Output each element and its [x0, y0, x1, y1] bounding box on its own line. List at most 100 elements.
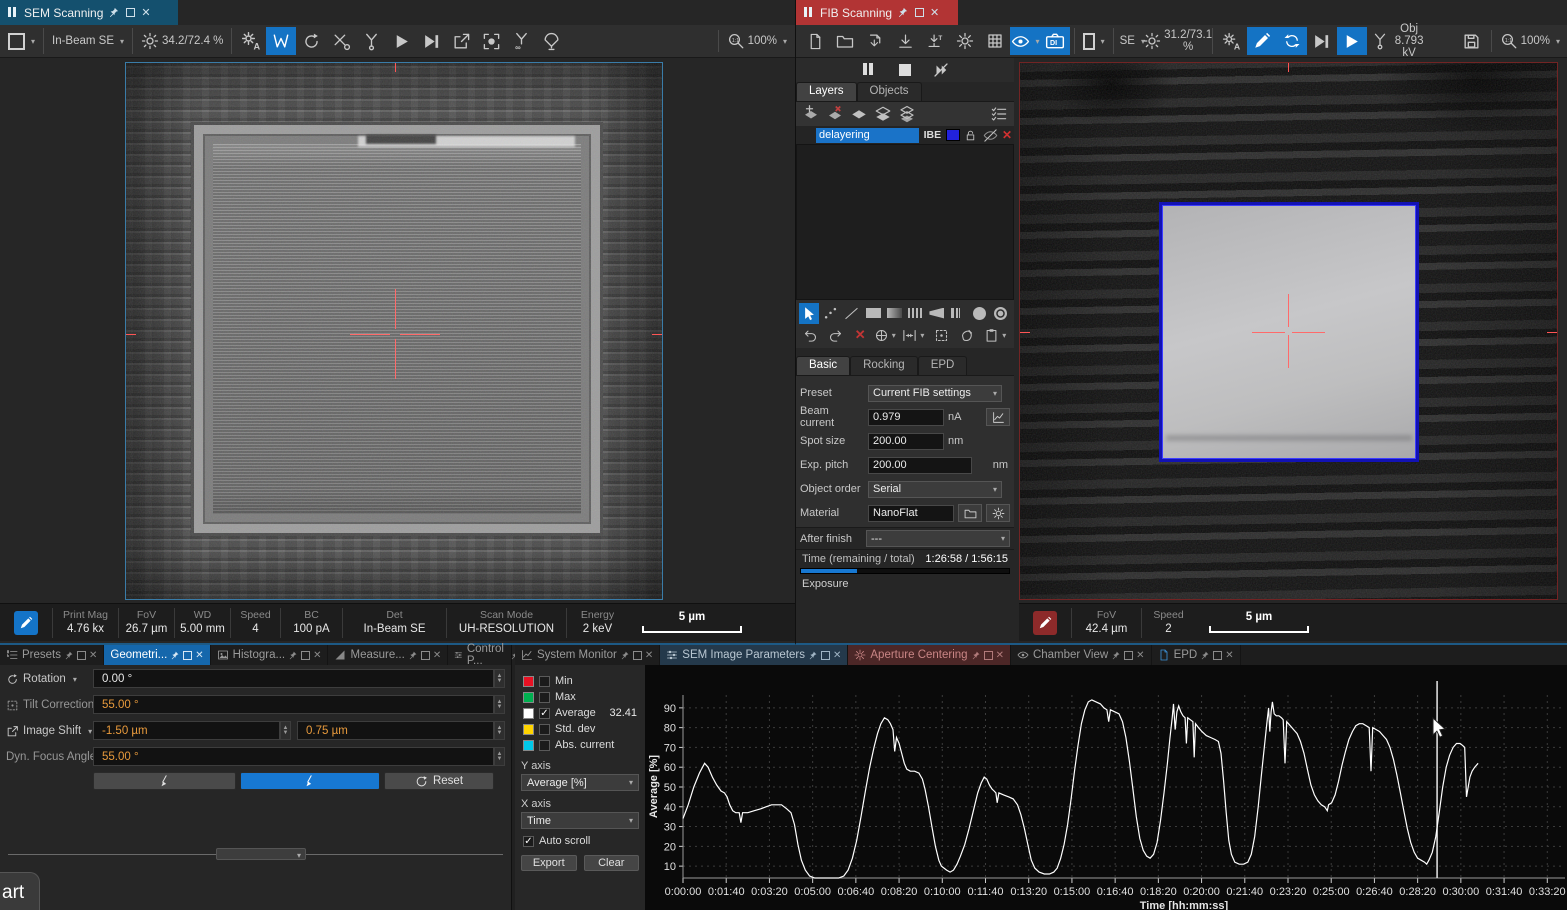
- restore-window-icon[interactable]: [984, 651, 993, 660]
- restore-window-icon[interactable]: [421, 651, 430, 660]
- multi-stripe-tool-button[interactable]: [948, 303, 968, 324]
- rotation-label-group[interactable]: Rotation▾: [6, 669, 77, 689]
- beam-blank-button[interactable]: [536, 27, 566, 55]
- spot-size-input[interactable]: 200.00: [868, 433, 944, 450]
- dyn-focus-angle-input[interactable]: 55.00 °: [93, 747, 494, 766]
- sem-annotation-button[interactable]: [14, 611, 38, 635]
- tab-objects[interactable]: Objects: [857, 82, 922, 101]
- wedge-tool-button[interactable]: [927, 303, 947, 324]
- depth-of-focus-button[interactable]: [506, 27, 536, 55]
- restore-window-icon[interactable]: [633, 651, 642, 660]
- import-button[interactable]: [890, 27, 920, 55]
- continuous-exposure-button[interactable]: [1277, 27, 1307, 55]
- rectangle-tool-button[interactable]: [863, 303, 883, 324]
- select-tool-button[interactable]: [799, 303, 819, 324]
- tab-chamber-view[interactable]: Chamber View✕: [1011, 645, 1152, 665]
- draw-mode-button[interactable]: [1247, 27, 1277, 55]
- clear-button[interactable]: Clear: [584, 855, 640, 871]
- settings-button[interactable]: [950, 27, 980, 55]
- fib-panel-title-tab[interactable]: FIB Scanning ✕: [796, 0, 958, 25]
- crossover-off-button[interactable]: [326, 27, 356, 55]
- save-as-button[interactable]: [860, 27, 890, 55]
- merge-layers-button[interactable]: [872, 104, 894, 124]
- tab-rocking[interactable]: Rocking: [850, 356, 918, 375]
- image-shift-y-input[interactable]: 0.75 µm: [297, 721, 494, 740]
- layer-list-options-button[interactable]: [988, 104, 1010, 124]
- expose-button[interactable]: [1337, 27, 1367, 55]
- image-shift-x-spinner[interactable]: ▲▼: [280, 721, 291, 740]
- stack-layers-button[interactable]: [896, 104, 918, 124]
- x-axis-select[interactable]: Time▾: [521, 812, 639, 829]
- restore-window-icon[interactable]: [821, 651, 830, 660]
- flatten-layer-button[interactable]: [848, 104, 870, 124]
- grid-toggle-button[interactable]: [980, 27, 1010, 55]
- layer-name-field[interactable]: delayering: [816, 128, 919, 143]
- abs-current-checkbox[interactable]: [539, 740, 550, 751]
- pin-icon[interactable]: [1201, 651, 1210, 660]
- import-template-button[interactable]: [920, 27, 950, 55]
- after-finish-select[interactable]: ---▾: [866, 530, 1010, 547]
- line-tool-button[interactable]: [842, 303, 862, 324]
- point-tool-button[interactable]: [820, 303, 840, 324]
- tab-basic[interactable]: Basic: [796, 356, 850, 375]
- max-checkbox[interactable]: [539, 692, 550, 703]
- lock-icon[interactable]: [963, 125, 979, 145]
- object-order-select[interactable]: Serial▾: [868, 481, 1002, 498]
- detector-position-button[interactable]: [356, 27, 386, 55]
- fib-image-viewport[interactable]: [1019, 62, 1558, 600]
- milling-pattern-rectangle[interactable]: [1159, 202, 1419, 462]
- tab-epd[interactable]: EPD: [918, 356, 968, 375]
- close-icon[interactable]: ✕: [195, 650, 203, 661]
- tilt-correction-label-group[interactable]: Tilt Correction▾: [6, 695, 105, 715]
- apply-to-fib-button[interactable]: [240, 772, 380, 790]
- restore-window-icon[interactable]: [126, 8, 135, 17]
- live-scan-button[interactable]: [266, 27, 296, 55]
- undo-button[interactable]: [799, 325, 823, 346]
- image-shift-y-spinner[interactable]: ▲▼: [494, 721, 505, 740]
- exp-pitch-input[interactable]: 200.00: [868, 457, 972, 474]
- tilt-correction-spinner[interactable]: ▲▼: [494, 695, 505, 714]
- restore-window-icon[interactable]: [301, 651, 310, 660]
- pin-icon[interactable]: [898, 7, 909, 18]
- close-icon[interactable]: ✕: [1225, 650, 1233, 661]
- close-icon[interactable]: ✕: [930, 6, 939, 19]
- preset-select[interactable]: Current FIB settings▾: [868, 385, 1002, 402]
- pin-icon[interactable]: [621, 651, 630, 660]
- tab-system-monitor[interactable]: System Monitor✕: [515, 645, 660, 665]
- rotation-spinner[interactable]: ▲▼: [494, 669, 505, 688]
- std-dev-checkbox[interactable]: [539, 724, 550, 735]
- add-layer-button[interactable]: [800, 104, 822, 124]
- material-settings-button[interactable]: [986, 504, 1010, 522]
- export-image-button[interactable]: [446, 27, 476, 55]
- close-icon[interactable]: ✕: [645, 650, 653, 661]
- delete-object-button[interactable]: ✕: [848, 325, 872, 346]
- horizontal-scrollbar[interactable]: ▾: [8, 847, 503, 861]
- tab-geometrics[interactable]: Geometri...✕: [104, 645, 210, 665]
- tab-histogram[interactable]: Histogra...✕: [211, 645, 329, 665]
- paste-button[interactable]: ▾: [979, 325, 1011, 346]
- min-checkbox[interactable]: [539, 676, 550, 687]
- striped-rectangle-tool-button[interactable]: [905, 303, 925, 324]
- close-icon[interactable]: ✕: [89, 650, 97, 661]
- close-icon[interactable]: ✕: [433, 650, 441, 661]
- close-icon[interactable]: ✕: [996, 650, 1004, 661]
- sem-zoom-select[interactable]: 100%▾: [723, 27, 791, 55]
- auto-brightness-button[interactable]: [236, 27, 266, 55]
- close-icon[interactable]: ✕: [1136, 650, 1144, 661]
- scrollbar-thumb[interactable]: ▾: [216, 848, 306, 860]
- fib-scan-area-select-button[interactable]: ▾: [1079, 27, 1109, 55]
- spacing-button[interactable]: ▾: [898, 325, 930, 346]
- dyn-focus-angle-spinner[interactable]: ▲▼: [494, 747, 505, 766]
- tab-measurement[interactable]: Measure...✕: [328, 645, 448, 665]
- circle-tool-button[interactable]: [969, 303, 989, 324]
- fib-brightness-contrast-button[interactable]: 31.2/73.1 %: [1147, 27, 1208, 55]
- sem-detector-select[interactable]: In-Beam SE▾: [48, 27, 128, 55]
- acquire-single-button[interactable]: [416, 27, 446, 55]
- annulus-tool-button[interactable]: [991, 303, 1011, 324]
- open-file-button[interactable]: [830, 27, 860, 55]
- pause-exposure-button[interactable]: [854, 59, 884, 81]
- pin-icon[interactable]: [809, 651, 818, 660]
- tab-sem-image-parameters[interactable]: SEM Image Parameters✕: [660, 645, 848, 665]
- center-objects-button[interactable]: ▾: [873, 325, 897, 346]
- restore-window-icon[interactable]: [183, 651, 192, 660]
